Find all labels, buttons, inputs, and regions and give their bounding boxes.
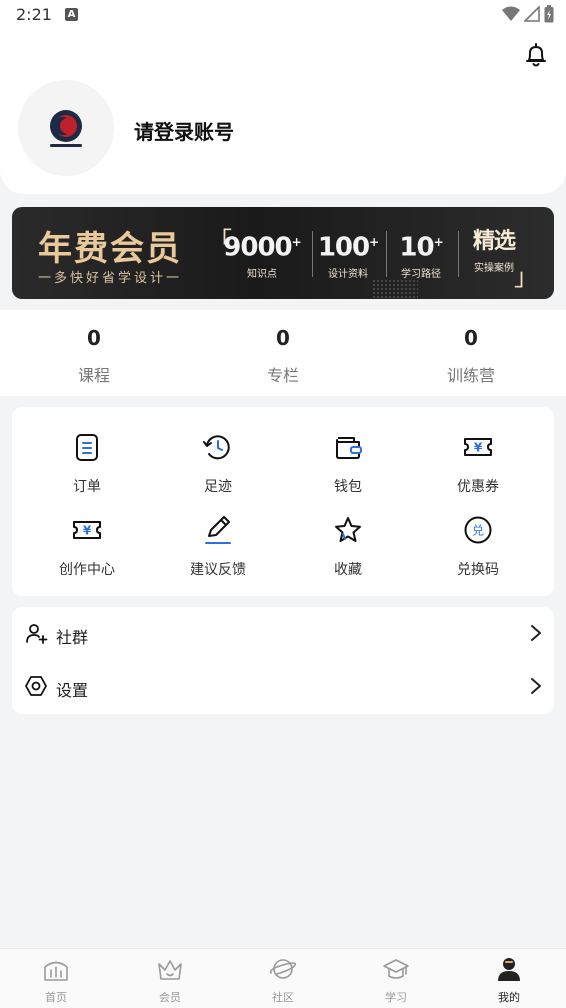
count-courses[interactable]: 0 课程 (34, 326, 154, 386)
chevron-right-icon (531, 625, 541, 641)
banner-stat: 10+ 学习路径 (392, 227, 450, 280)
crown-icon (158, 960, 182, 980)
grid-label: 创作中心 (59, 562, 115, 578)
feedback-icon (205, 516, 231, 544)
banner-stat: 9000+ 知识点 (218, 227, 306, 280)
plus-icon: + (369, 235, 379, 249)
tab-label: 学习 (385, 991, 407, 1004)
banner-stat-label: 知识点 (247, 268, 277, 280)
grid-item-favorites[interactable]: 收藏 (293, 515, 403, 579)
banner-divider (312, 231, 313, 277)
notification-a-icon: A (65, 8, 78, 21)
banner-subtitle: 一多快好省学设计一 (38, 271, 183, 286)
grid-label: 足迹 (204, 479, 232, 495)
tab-member[interactable]: 会员 (130, 955, 210, 1005)
count-value: 0 (464, 326, 478, 350)
status-icons (502, 5, 554, 23)
banner-stat-label: 设计资料 (328, 268, 368, 280)
battery-icon (544, 5, 554, 23)
status-time: 2:21 (16, 5, 52, 24)
tab-label: 我的 (498, 991, 520, 1004)
grid-item-coupon[interactable]: ¥ 优惠券 (423, 432, 533, 496)
grid-item-history[interactable]: 足迹 (163, 432, 273, 496)
banner-divider (458, 231, 459, 277)
bracket-right-icon: 」 (514, 263, 538, 291)
coupon-yen-icon: ¥ (474, 441, 483, 455)
tab-label: 首页 (45, 991, 67, 1004)
count-columns[interactable]: 0 专栏 (223, 326, 343, 386)
grid-item-wallet[interactable]: 钱包 (293, 432, 403, 496)
learning-counts: 0 课程 0 专栏 0 训练营 (0, 310, 566, 396)
count-label: 课程 (77, 366, 110, 385)
order-icon (76, 434, 98, 461)
banner-stat-value: 精选 (472, 229, 516, 254)
wifi-icon (502, 6, 520, 21)
redeem-glyph-icon: 兑 (472, 524, 484, 538)
grid-label: 钱包 (334, 479, 362, 495)
grid-label: 收藏 (334, 562, 362, 578)
brand-logo-icon (50, 110, 82, 147)
count-label: 专栏 (266, 366, 299, 385)
coupon-icon: ¥ (464, 438, 492, 456)
plus-icon: + (433, 235, 444, 249)
tab-home[interactable]: 首页 (16, 955, 96, 1005)
grid-label: 优惠券 (457, 479, 499, 495)
home-icon (44, 961, 68, 981)
menu-list: 社群 设置 (12, 607, 554, 714)
dot-pattern (372, 279, 418, 299)
grid-label: 建议反馈 (190, 562, 246, 578)
bottom-tab-bar: 首页 会员 社区 学习 我的 (0, 948, 566, 1008)
redeem-icon: 兑 (464, 516, 492, 544)
tab-mine[interactable]: 我的 (469, 955, 549, 1005)
plus-icon: + (291, 235, 302, 249)
grid-label: 订单 (73, 479, 101, 495)
planet-icon (269, 959, 297, 979)
tab-learn[interactable]: 学习 (356, 955, 436, 1005)
avatar[interactable] (18, 80, 114, 176)
creator-icon: ¥ (73, 521, 101, 539)
star-icon (335, 517, 361, 542)
signal-icon (524, 6, 540, 22)
tab-community[interactable]: 社区 (243, 955, 323, 1005)
community-icon (26, 624, 48, 644)
grid-label: 兑换码 (457, 562, 499, 578)
history-icon (203, 435, 230, 460)
profile-header: 请登录账号 (0, 30, 566, 194)
count-value: 0 (276, 326, 290, 350)
chevron-right-icon (531, 678, 541, 694)
grid-item-creator[interactable]: ¥ 创作中心 (32, 515, 142, 579)
grid-item-feedback[interactable]: 建议反馈 (163, 515, 273, 579)
grid-item-order[interactable]: 订单 (32, 432, 142, 496)
bell-icon[interactable] (524, 42, 548, 68)
grad-cap-icon (383, 959, 409, 979)
membership-banner[interactable]: 年费会员 一多快好省学设计一 「 9000+ 知识点 100+ 设计资料 10+… (12, 207, 554, 299)
grid-item-redeem[interactable]: 兑 兑换码 (423, 515, 533, 579)
function-grid: 订单 足迹 钱包 ¥ 优惠券 ¥ 创作中心 建议反馈 收藏 兑 兑换码 (12, 407, 554, 596)
user-icon (498, 958, 520, 981)
login-prompt[interactable]: 请登录账号 (134, 116, 234, 145)
list-label: 设置 (56, 681, 89, 700)
status-bar: 2:21 A (0, 0, 566, 30)
banner-stat-value: 9000 (223, 232, 292, 263)
banner-stat-value: 100 (317, 232, 370, 263)
list-item-community[interactable]: 社群 (12, 607, 554, 660)
creator-yen-icon: ¥ (83, 524, 92, 538)
banner-title: 年费会员 (38, 229, 182, 269)
banner-stat: 100+ 设计资料 (316, 227, 380, 280)
list-label: 社群 (56, 628, 89, 647)
banner-divider (386, 231, 387, 277)
banner-stat-value: 10 (399, 232, 434, 263)
count-camps[interactable]: 0 训练营 (411, 326, 531, 386)
tab-label: 会员 (159, 991, 181, 1004)
wallet-icon (336, 437, 362, 459)
count-value: 0 (87, 326, 101, 350)
tab-label: 社区 (272, 991, 294, 1004)
settings-icon (25, 676, 47, 696)
count-label: 训练营 (446, 366, 495, 385)
banner-stat-label: 学习路径 (401, 268, 441, 280)
list-item-settings[interactable]: 设置 (12, 660, 554, 713)
